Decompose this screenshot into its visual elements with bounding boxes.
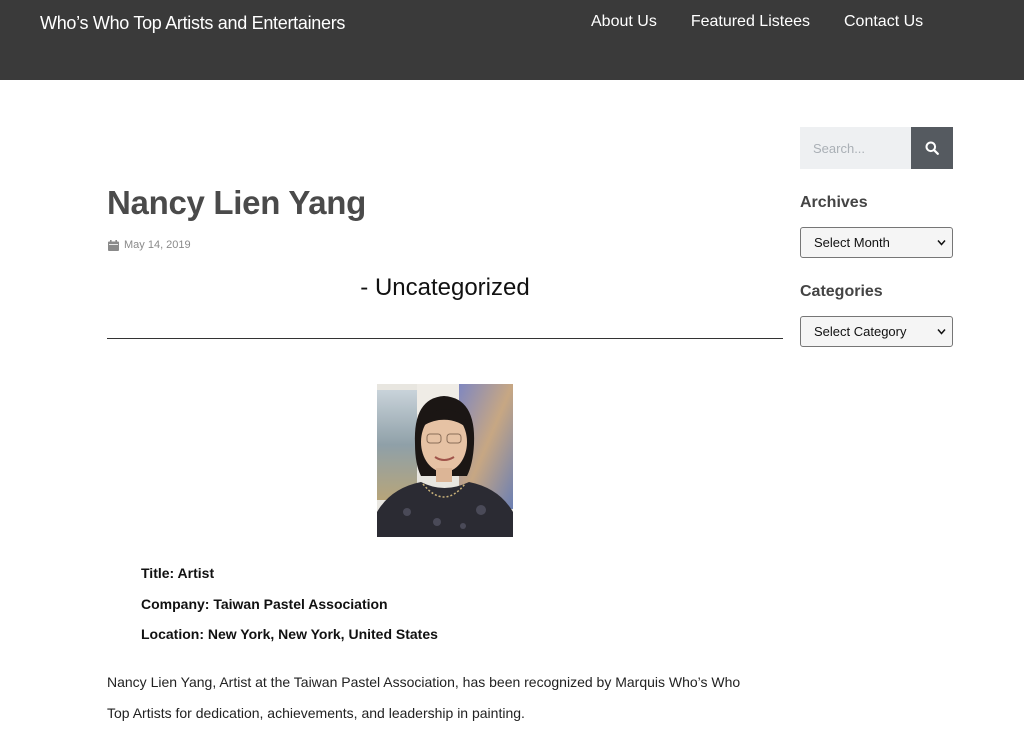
site-header: Who’s Who Top Artists and Entertainers A… bbox=[0, 0, 1024, 80]
nav-featured-listees[interactable]: Featured Listees bbox=[691, 13, 810, 31]
listee-facts: Title: Artist Company: Taiwan Pastel Ass… bbox=[141, 563, 438, 655]
calendar-icon bbox=[108, 239, 119, 251]
search-icon bbox=[925, 141, 939, 155]
post-category: - Uncategorized bbox=[360, 274, 530, 301]
fact-title: Title: Artist bbox=[141, 565, 215, 581]
categories-select[interactable]: Select Category bbox=[800, 316, 953, 347]
search-form bbox=[800, 127, 953, 169]
portrait-image bbox=[377, 384, 513, 537]
archives-heading: Archives bbox=[800, 194, 868, 211]
main-nav: About Us Featured Listees Contact Us bbox=[591, 13, 923, 31]
chevron-down-icon bbox=[937, 329, 946, 335]
archives-select[interactable]: Select Month bbox=[800, 227, 953, 258]
site-title[interactable]: Who’s Who Top Artists and Entertainers bbox=[40, 13, 345, 34]
fact-location: Location: New York, New York, United Sta… bbox=[141, 626, 438, 642]
categories-heading: Categories bbox=[800, 283, 883, 300]
divider bbox=[107, 338, 783, 339]
search-button[interactable] bbox=[911, 127, 953, 169]
bio-paragraph: Nancy Lien Yang, Artist at the Taiwan Pa… bbox=[107, 674, 741, 721]
post-meta: May 14, 2019 bbox=[108, 239, 191, 251]
archives-select-value: Select Month bbox=[814, 235, 890, 250]
nav-contact-us[interactable]: Contact Us bbox=[844, 13, 923, 31]
post-date[interactable]: May 14, 2019 bbox=[124, 239, 191, 251]
chevron-down-icon bbox=[937, 240, 946, 246]
nav-about-us[interactable]: About Us bbox=[591, 13, 657, 31]
post-title: Nancy Lien Yang bbox=[107, 184, 366, 221]
fact-company: Company: Taiwan Pastel Association bbox=[141, 595, 388, 612]
categories-select-value: Select Category bbox=[814, 324, 907, 339]
search-input[interactable] bbox=[800, 127, 911, 169]
